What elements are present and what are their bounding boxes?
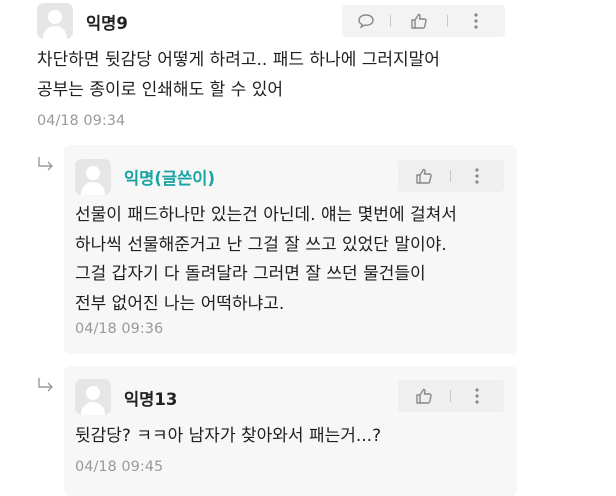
comment-line: 공부는 종이로 인쇄해도 할 수 있어: [37, 79, 283, 100]
reply-icon: [358, 14, 374, 29]
reply-line: 전부 없어진 나는 어떡하냐고.: [75, 293, 285, 314]
reply-actions: [398, 380, 504, 412]
avatar: [75, 159, 111, 195]
reply-author: 익명(글쓴이): [124, 169, 215, 188]
more-icon: [474, 13, 478, 29]
reply-line: 선물이 패드하나만 있는건 아닌데. 얘는 몇번에 걸쳐서: [75, 205, 457, 225]
like-icon: [416, 388, 432, 404]
more-button[interactable]: [448, 5, 504, 37]
like-button[interactable]: [398, 380, 450, 412]
like-icon: [411, 13, 427, 29]
reply-author: 익명13: [124, 390, 178, 409]
reply-line: 하나씩 선물해준거고 난 그걸 잘 쓰고 있었단 말이야.: [75, 234, 447, 255]
reply: 익명(글쓴이) 선물이 패드하나만 있는건 아닌데. 얘는 몇번에 걸쳐서 하나…: [64, 145, 517, 354]
more-icon: [475, 388, 479, 404]
reply-date: 04/18 09:45: [75, 459, 164, 475]
comment-body: 차단하면 뒷감당 어떻게 하려고.. 패드 하나에 그러지말어 공부는 종이로 …: [37, 46, 440, 105]
reply-actions: [398, 160, 504, 192]
like-button[interactable]: [391, 5, 447, 37]
comment-line: 차단하면 뒷감당 어떻게 하려고.. 패드 하나에 그러지말어: [37, 50, 440, 70]
reply-date: 04/18 09:36: [75, 321, 164, 337]
comment-author: 익명9: [86, 14, 128, 33]
more-icon: [475, 168, 479, 184]
reply: 익명13 뒷감당? ㅋㅋ아 남자가 찾아와서 패는거...? 04/18 09:…: [64, 366, 517, 496]
reply-indent-arrow-icon: [38, 378, 53, 392]
reply-line: 그걸 갑자기 다 돌려달라 그러면 잘 쓰던 물건들이: [75, 264, 426, 284]
comment-date: 04/18 09:34: [37, 113, 126, 129]
reply-body: 뒷감당? ㅋㅋ아 남자가 찾아와서 패는거...?: [75, 422, 381, 452]
reply-body: 선물이 패드하나만 있는건 아닌데. 얘는 몇번에 걸쳐서 하나씩 선물해준거고…: [75, 201, 457, 319]
like-button[interactable]: [398, 160, 450, 192]
comment-actions: [342, 5, 505, 37]
reply-button[interactable]: [342, 5, 390, 37]
more-button[interactable]: [451, 380, 503, 412]
avatar: [37, 3, 73, 39]
more-button[interactable]: [451, 160, 503, 192]
reply-indent-arrow-icon: [38, 157, 53, 171]
like-icon: [416, 168, 432, 184]
reply-line: 뒷감당? ㅋㅋ아 남자가 찾아와서 패는거...?: [75, 426, 382, 446]
avatar: [75, 379, 111, 415]
